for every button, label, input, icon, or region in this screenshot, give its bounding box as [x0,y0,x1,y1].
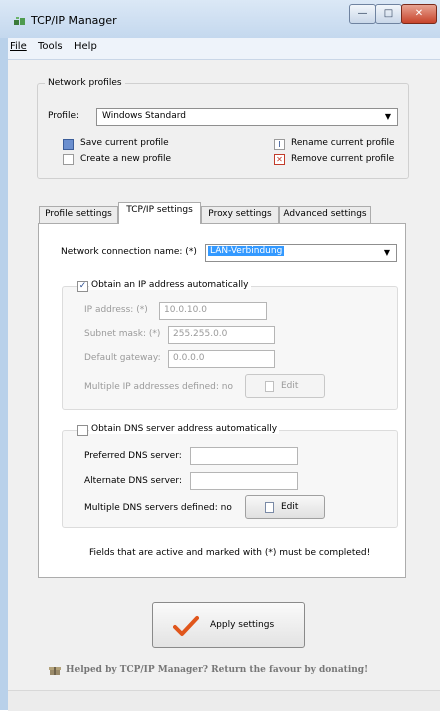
profile-label: Profile: [48,111,80,121]
edit-dns-button[interactable]: Edit [245,495,325,519]
create-profile-link[interactable]: Create a new profile [80,154,171,164]
apply-settings-button[interactable]: Apply settings [152,602,305,648]
window: TCP/IP Manager — □ ✕ File Tools Help Net… [0,0,440,711]
window-title: TCP/IP Manager [31,14,117,27]
rename-icon: I [274,139,285,150]
profile-combo-value: Windows Standard [102,111,186,121]
donate-link[interactable]: Helped by TCP/IP Manager? Return the fav… [66,665,368,675]
obtain-ip-checkbox[interactable]: ✓ [77,281,88,292]
obtain-ip-label: Obtain an IP address automatically [89,280,251,290]
apply-settings-label: Apply settings [210,620,275,630]
edit-dns-button-label: Edit [281,502,299,512]
save-profile-link[interactable]: Save current profile [80,138,169,148]
menu-tools[interactable]: Tools [38,41,63,52]
multiple-ip-label: Multiple IP addresses defined: no [84,382,233,392]
edit-document-icon [265,502,274,513]
gateway-label: Default gateway: [84,353,161,363]
dropdown-arrow-icon: ▼ [383,248,390,257]
preferred-dns-field[interactable] [190,447,298,465]
required-fields-note: Fields that are active and marked with (… [89,548,371,558]
minimize-button[interactable]: — [349,4,376,24]
menu-help[interactable]: Help [74,41,97,52]
subnet-mask-label: Subnet mask: (*) [84,329,161,339]
network-profiles-label: Network profiles [45,78,125,88]
tab-proxy-settings[interactable]: Proxy settings [201,206,279,223]
subnet-mask-field[interactable]: 255.255.0.0 [168,326,275,344]
subnet-mask-value: 255.255.0.0 [173,329,228,339]
ip-address-value: 10.0.10.0 [164,305,207,315]
gateway-value: 0.0.0.0 [173,353,205,363]
multiple-dns-label: Multiple DNS servers defined: no [84,503,232,513]
preferred-dns-label: Preferred DNS server: [84,451,182,461]
new-document-icon [63,154,74,165]
connection-name-label: Network connection name: (*) [61,247,197,257]
edit-ip-button[interactable]: Edit [245,374,325,398]
alternate-dns-field[interactable] [190,472,298,490]
menu-file[interactable]: File [10,41,27,52]
network-app-icon [14,16,26,26]
profile-combo[interactable]: Windows Standard ▼ [96,108,398,126]
remove-icon: ✕ [274,154,285,165]
status-strip [8,690,440,711]
connection-name-value: LAN-Verbindung [208,246,285,256]
connection-name-combo[interactable]: LAN-Verbindung ▼ [205,244,397,262]
title-bar[interactable]: TCP/IP Manager — □ ✕ [0,0,440,38]
alternate-dns-label: Alternate DNS server: [84,476,183,486]
network-profiles-group [37,83,409,179]
ip-address-label: IP address: (*) [84,305,148,315]
remove-profile-link[interactable]: Remove current profile [291,154,394,164]
edit-ip-button-label: Edit [281,381,299,391]
dropdown-arrow-icon: ▼ [384,112,391,121]
tab-tcpip-settings[interactable]: TCP/IP settings [118,202,201,224]
edit-document-icon [265,381,274,392]
obtain-dns-checkbox[interactable] [77,425,88,436]
gift-icon [49,664,61,676]
floppy-disk-icon [63,139,74,150]
maximize-button[interactable]: □ [375,4,402,24]
tab-advanced-settings[interactable]: Advanced settings [279,206,371,223]
menu-bar: File Tools Help [8,38,440,60]
checkmark-icon [173,615,199,640]
rename-profile-link[interactable]: Rename current profile [291,138,395,148]
obtain-dns-label: Obtain DNS server address automatically [89,424,280,434]
close-button[interactable]: ✕ [401,4,437,24]
tab-profile-settings[interactable]: Profile settings [39,206,118,223]
gateway-field[interactable]: 0.0.0.0 [168,350,275,368]
ip-address-field[interactable]: 10.0.10.0 [159,302,267,320]
